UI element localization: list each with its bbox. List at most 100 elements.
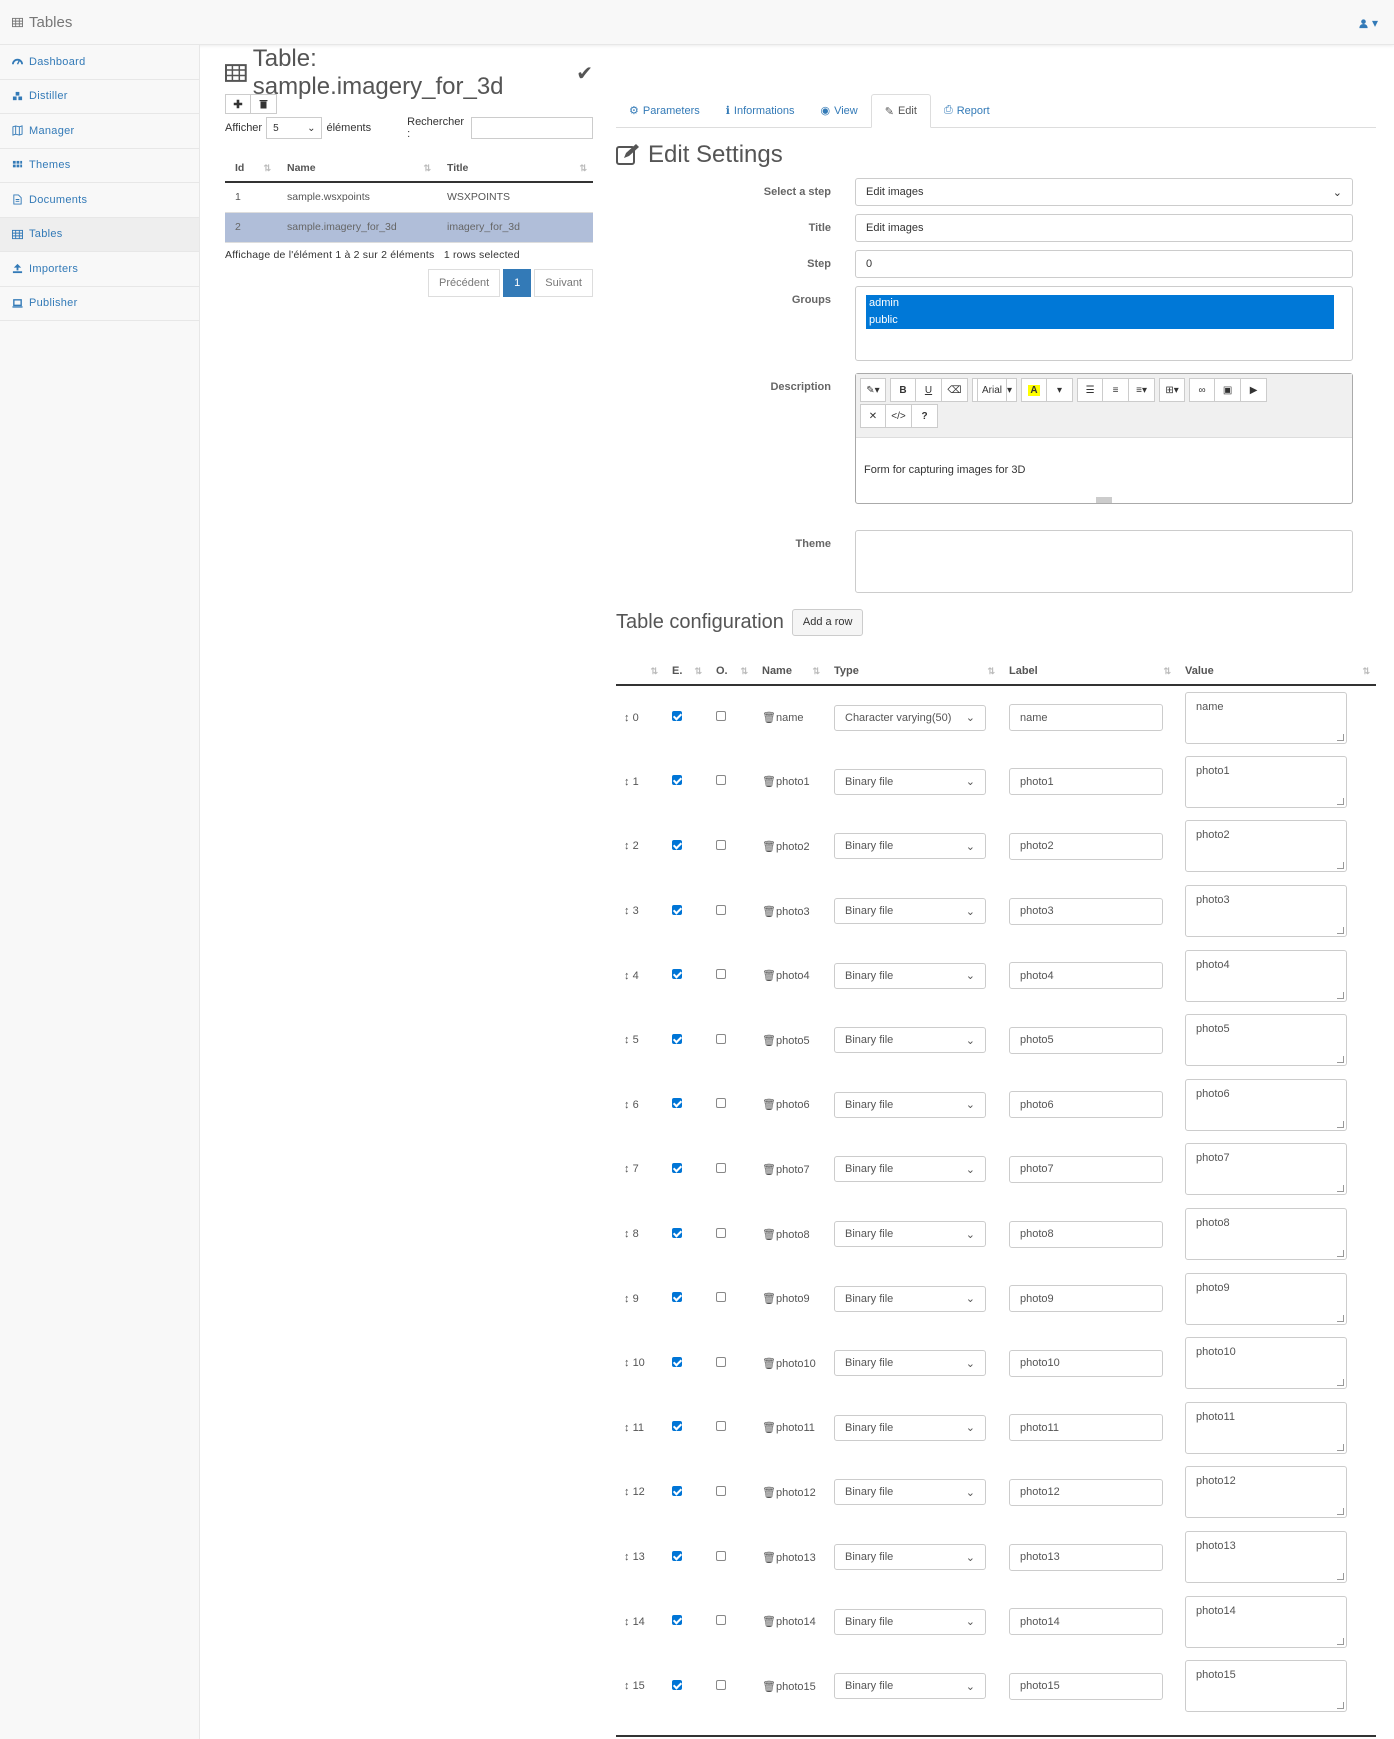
type-select[interactable]: Binary file ⌄: [834, 768, 986, 795]
trash-icon[interactable]: 🗑: [762, 1487, 776, 1499]
type-select[interactable]: Binary file ⌄: [834, 1608, 986, 1635]
row-order[interactable]: ↕ 15: [616, 1654, 664, 1719]
value-textarea[interactable]: photo12: [1185, 1466, 1347, 1519]
value-textarea[interactable]: photo8: [1185, 1208, 1347, 1261]
row-order[interactable]: ↕ 2: [616, 814, 664, 879]
editable-checkbox[interactable]: [672, 775, 682, 786]
type-select[interactable]: Binary file ⌄: [834, 1350, 986, 1377]
row-order[interactable]: ↕ 8: [616, 1202, 664, 1267]
type-select[interactable]: Binary file ⌄: [834, 1414, 986, 1441]
table-row[interactable]: 1 sample.wsxpoints WSXPOINTS: [225, 182, 593, 213]
value-textarea[interactable]: photo13: [1185, 1531, 1347, 1584]
drag-handle-icon[interactable]: ↕: [624, 905, 630, 917]
value-textarea[interactable]: photo4: [1185, 949, 1347, 1002]
align-icon[interactable]: ≡▾: [1129, 378, 1156, 402]
editable-checkbox[interactable]: [672, 1033, 682, 1044]
tab-view[interactable]: ◉ View: [807, 94, 870, 127]
drag-handle-icon[interactable]: ↕: [624, 1163, 630, 1175]
drag-handle-icon[interactable]: ↕: [624, 840, 630, 852]
obligatory-checkbox[interactable]: [716, 1679, 726, 1690]
trash-icon[interactable]: 🗑: [762, 1229, 776, 1241]
obligatory-checkbox[interactable]: [716, 904, 726, 915]
column-header-title[interactable]: Title ⇅: [437, 154, 593, 183]
obligatory-checkbox[interactable]: [716, 1098, 726, 1109]
type-select[interactable]: Binary file ⌄: [834, 1091, 986, 1118]
drag-handle-icon[interactable]: ↕: [624, 1293, 630, 1305]
drag-handle-icon[interactable]: ↕: [624, 1228, 630, 1240]
drag-handle-icon[interactable]: ↕: [624, 970, 630, 982]
trash-icon[interactable]: 🗑: [762, 1099, 776, 1111]
sidebar-item-publisher[interactable]: Publisher: [0, 287, 199, 321]
trash-icon[interactable]: 🗑: [762, 776, 776, 788]
trash-icon[interactable]: 🗑: [762, 906, 776, 918]
label-input[interactable]: name: [1009, 704, 1163, 732]
trash-icon[interactable]: 🗑: [762, 1035, 776, 1047]
value-textarea[interactable]: photo11: [1185, 1401, 1347, 1454]
drag-handle-icon[interactable]: ↕: [624, 712, 630, 724]
label-input[interactable]: photo13: [1009, 1543, 1163, 1571]
label-input[interactable]: photo1: [1009, 768, 1163, 796]
user-menu[interactable]: ▾: [1358, 16, 1378, 30]
sidebar-item-distiller[interactable]: Distiller: [0, 80, 199, 114]
value-textarea[interactable]: photo5: [1185, 1014, 1347, 1067]
trash-icon[interactable]: 🗑: [762, 1681, 776, 1693]
magic-wand-icon[interactable]: ✎▾: [860, 378, 886, 402]
label-input[interactable]: photo8: [1009, 1220, 1163, 1248]
value-textarea[interactable]: photo1: [1185, 755, 1347, 808]
value-textarea[interactable]: photo10: [1185, 1337, 1347, 1390]
sidebar-item-importers[interactable]: Importers: [0, 252, 199, 287]
row-order[interactable]: ↕ 9: [616, 1266, 664, 1331]
drag-handle-icon[interactable]: ↕: [624, 776, 630, 788]
label-input[interactable]: photo3: [1009, 897, 1163, 925]
column-header-name[interactable]: Name ⇅: [277, 154, 437, 183]
label-input[interactable]: photo12: [1009, 1478, 1163, 1506]
tab-parameters[interactable]: ⚙ Parameters: [616, 94, 713, 127]
label-input[interactable]: photo6: [1009, 1091, 1163, 1119]
obligatory-checkbox[interactable]: [716, 1615, 726, 1626]
row-order[interactable]: ↕ 14: [616, 1589, 664, 1654]
type-select[interactable]: Binary file ⌄: [834, 1544, 986, 1571]
editable-checkbox[interactable]: [672, 711, 682, 722]
drag-handle-icon[interactable]: ↕: [624, 1357, 630, 1369]
trash-icon[interactable]: 🗑: [762, 712, 776, 724]
row-order[interactable]: ↕ 3: [616, 879, 664, 944]
value-textarea[interactable]: photo6: [1185, 1078, 1347, 1131]
navbar-brand[interactable]: Tables: [12, 14, 72, 31]
description-text[interactable]: Form for capturing images for 3D: [856, 438, 1352, 476]
page-length-select[interactable]: 5 ⌄: [266, 117, 323, 139]
trash-icon[interactable]: 🗑: [762, 1164, 776, 1176]
image-icon[interactable]: ▣: [1215, 378, 1242, 402]
label-input[interactable]: photo10: [1009, 1349, 1163, 1377]
group-option-admin[interactable]: admin: [866, 295, 1334, 312]
obligatory-checkbox[interactable]: [716, 1356, 726, 1367]
value-textarea[interactable]: photo2: [1185, 820, 1347, 873]
editable-checkbox[interactable]: [672, 1162, 682, 1173]
editable-checkbox[interactable]: [672, 904, 682, 915]
value-textarea[interactable]: photo14: [1185, 1595, 1347, 1648]
obligatory-checkbox[interactable]: [716, 1550, 726, 1561]
fullscreen-icon[interactable]: ✕: [860, 404, 886, 428]
row-order[interactable]: ↕ 6: [616, 1073, 664, 1138]
row-order[interactable]: ↕ 0: [616, 685, 664, 750]
video-icon[interactable]: ▶: [1241, 378, 1268, 402]
value-textarea[interactable]: photo7: [1185, 1143, 1347, 1196]
sidebar-item-themes[interactable]: Themes: [0, 149, 199, 183]
drag-handle-icon[interactable]: ↕: [624, 1034, 630, 1046]
editor-resize-handle[interactable]: [1096, 497, 1112, 503]
type-select[interactable]: Binary file ⌄: [834, 1156, 986, 1183]
theme-textarea[interactable]: [855, 530, 1353, 593]
editable-checkbox[interactable]: [672, 1679, 682, 1690]
unordered-list-icon[interactable]: ☰: [1077, 378, 1104, 402]
step-input[interactable]: 0: [855, 250, 1353, 278]
editable-checkbox[interactable]: [672, 1615, 682, 1626]
type-select[interactable]: Binary file ⌄: [834, 962, 986, 989]
editable-checkbox[interactable]: [672, 1227, 682, 1238]
row-order[interactable]: ↕ 7: [616, 1137, 664, 1202]
drag-handle-icon[interactable]: ↕: [624, 1616, 630, 1628]
groups-multiselect[interactable]: admin public: [855, 286, 1353, 361]
tab-edit[interactable]: ✎ Edit: [870, 94, 931, 128]
bold-button[interactable]: B: [890, 378, 916, 402]
type-select[interactable]: Binary file ⌄: [834, 1673, 986, 1700]
sidebar-item-tables[interactable]: Tables: [0, 217, 199, 252]
trash-icon[interactable]: 🗑: [762, 970, 776, 982]
